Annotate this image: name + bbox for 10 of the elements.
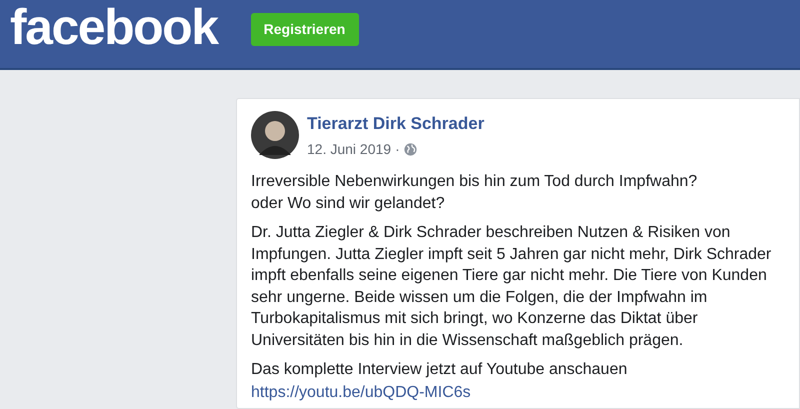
logo[interactable]: facebook [10,2,218,52]
post-date[interactable]: 12. Juni 2019 [307,139,392,159]
post-paragraph: Dr. Jutta Ziegler & Dirk Schrader beschreiben Nutzen & Risiken von Impfungen. Jutta Ziegler impft seit 5 Jahren gar nicht mehr, Dirk Schrader impft ebenfalls seine eigenen Tiere gar nicht mehr. Die Tiere von Kunden sehr ungerne. Beide wissen um die Folgen, die der Impfwahn im Turbokapitalismus mit sich bringt, wo Konzerne das Diktat über Universitäten bis hin in die Wissenschaft maßgeblich prägen. [251,223,772,350]
separator: · [395,140,400,159]
globe-icon [404,142,417,156]
author-name[interactable]: Tierarzt Dirk Schrader [307,113,484,135]
video-link[interactable]: https://youtu.be/ubQDQ-MIC6s [251,384,471,400]
post-paragraph: Das komplette Interview jetzt auf Youtube anschauen [251,360,628,380]
post-paragraph: Irreversible Nebenwirkungen bis hin zum Tod durch Impfwahn? oder Wo sind wir gelandet? [251,172,698,214]
avatar [251,111,299,159]
